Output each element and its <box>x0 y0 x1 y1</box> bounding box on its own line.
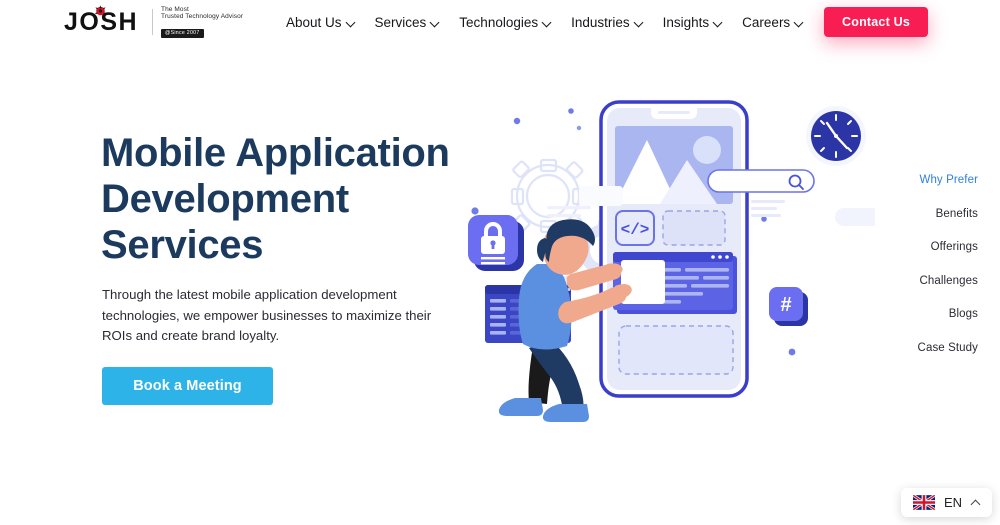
hero-subtitle: Through the latest mobile application de… <box>102 287 432 343</box>
title-line-3: Services <box>101 223 264 267</box>
clock-icon <box>806 106 866 166</box>
site-header: JOSH The Most Trusted Technology Advisor… <box>0 0 1000 44</box>
chevron-down-icon <box>714 18 722 26</box>
chevron-down-icon <box>795 18 803 26</box>
section-navigation: Why Prefer Benefits Offerings Challenges… <box>918 174 978 375</box>
contact-us-button[interactable]: Contact Us <box>824 7 928 37</box>
title-line-1: Mobile Application <box>101 131 450 175</box>
main-navigation: About Us Services Technologies Industrie… <box>286 0 803 44</box>
smartphone-mockup: </> <box>599 100 749 398</box>
nav-label: Insights <box>662 14 710 30</box>
nav-label: About Us <box>286 14 342 30</box>
decorative-dot <box>576 125 582 131</box>
image-placeholder-icon <box>615 126 733 204</box>
nav-item-insights[interactable]: Insights <box>663 15 723 30</box>
chevron-down-icon <box>431 18 439 26</box>
nav-item-about-us[interactable]: About Us <box>286 15 355 30</box>
hash-tile-icon: # <box>769 287 808 326</box>
sidebar-item-why-prefer[interactable]: Why Prefer <box>918 174 978 186</box>
logo-mark: JOSH <box>64 5 148 37</box>
language-code: EN <box>943 495 962 510</box>
chevron-down-icon <box>543 18 551 26</box>
book-a-meeting-button[interactable]: Book a Meeting <box>102 367 273 405</box>
sidebar-item-offerings[interactable]: Offerings <box>918 241 978 253</box>
nav-label: Careers <box>742 14 791 30</box>
logo-divider <box>152 9 153 36</box>
chevron-down-icon <box>347 18 355 26</box>
svg-text:</>: </> <box>621 221 650 239</box>
sidebar-item-challenges[interactable]: Challenges <box>918 275 978 287</box>
nav-item-technologies[interactable]: Technologies <box>459 15 551 30</box>
lock-tile-icon <box>468 215 524 271</box>
sidebar-item-blogs[interactable]: Blogs <box>918 308 978 320</box>
page-title: Mobile Application Development Services <box>101 130 501 268</box>
search-bar-widget[interactable] <box>707 169 815 193</box>
since-badge: @Since 2007 <box>161 29 204 39</box>
nav-label: Services <box>374 14 427 30</box>
nav-item-industries[interactable]: Industries <box>571 15 643 30</box>
logo[interactable]: JOSH The Most Trusted Technology Advisor… <box>64 5 243 39</box>
hero-illustration: </> # <box>455 78 895 438</box>
landing-page: JOSH The Most Trusted Technology Advisor… <box>0 0 1000 525</box>
language-selector[interactable]: EN <box>900 488 992 517</box>
nav-item-services[interactable]: Services <box>375 15 440 30</box>
sidebar-item-case-study[interactable]: Case Study <box>918 342 978 354</box>
nav-item-careers[interactable]: Careers <box>742 15 803 30</box>
dashed-placeholder-top <box>662 210 726 246</box>
chevron-down-icon <box>635 18 643 26</box>
tagline-line-1: The Most <box>161 6 189 13</box>
white-card <box>621 260 665 304</box>
decorative-pill <box>835 208 895 226</box>
hero-illustration-svg: </> # <box>468 100 895 422</box>
sidebar-item-benefits[interactable]: Benefits <box>918 208 978 220</box>
nav-label: Industries <box>571 14 630 30</box>
chevron-up-icon <box>971 498 980 507</box>
logo-tagline: The Most Trusted Technology Advisor @Sin… <box>161 5 243 39</box>
tagline-line-2: Trusted Technology Advisor <box>161 13 244 21</box>
svg-text:#: # <box>780 294 791 316</box>
placeholder-text-lines-right <box>751 200 785 217</box>
placeholder-text-lines-2 <box>547 206 591 218</box>
nav-label: Technologies <box>459 14 539 30</box>
decorative-shape <box>579 186 623 206</box>
title-line-2: Development <box>101 177 349 221</box>
dashed-placeholder-bottom <box>618 325 734 375</box>
logo-splash-icon <box>94 5 107 16</box>
uk-flag-icon <box>912 495 935 510</box>
